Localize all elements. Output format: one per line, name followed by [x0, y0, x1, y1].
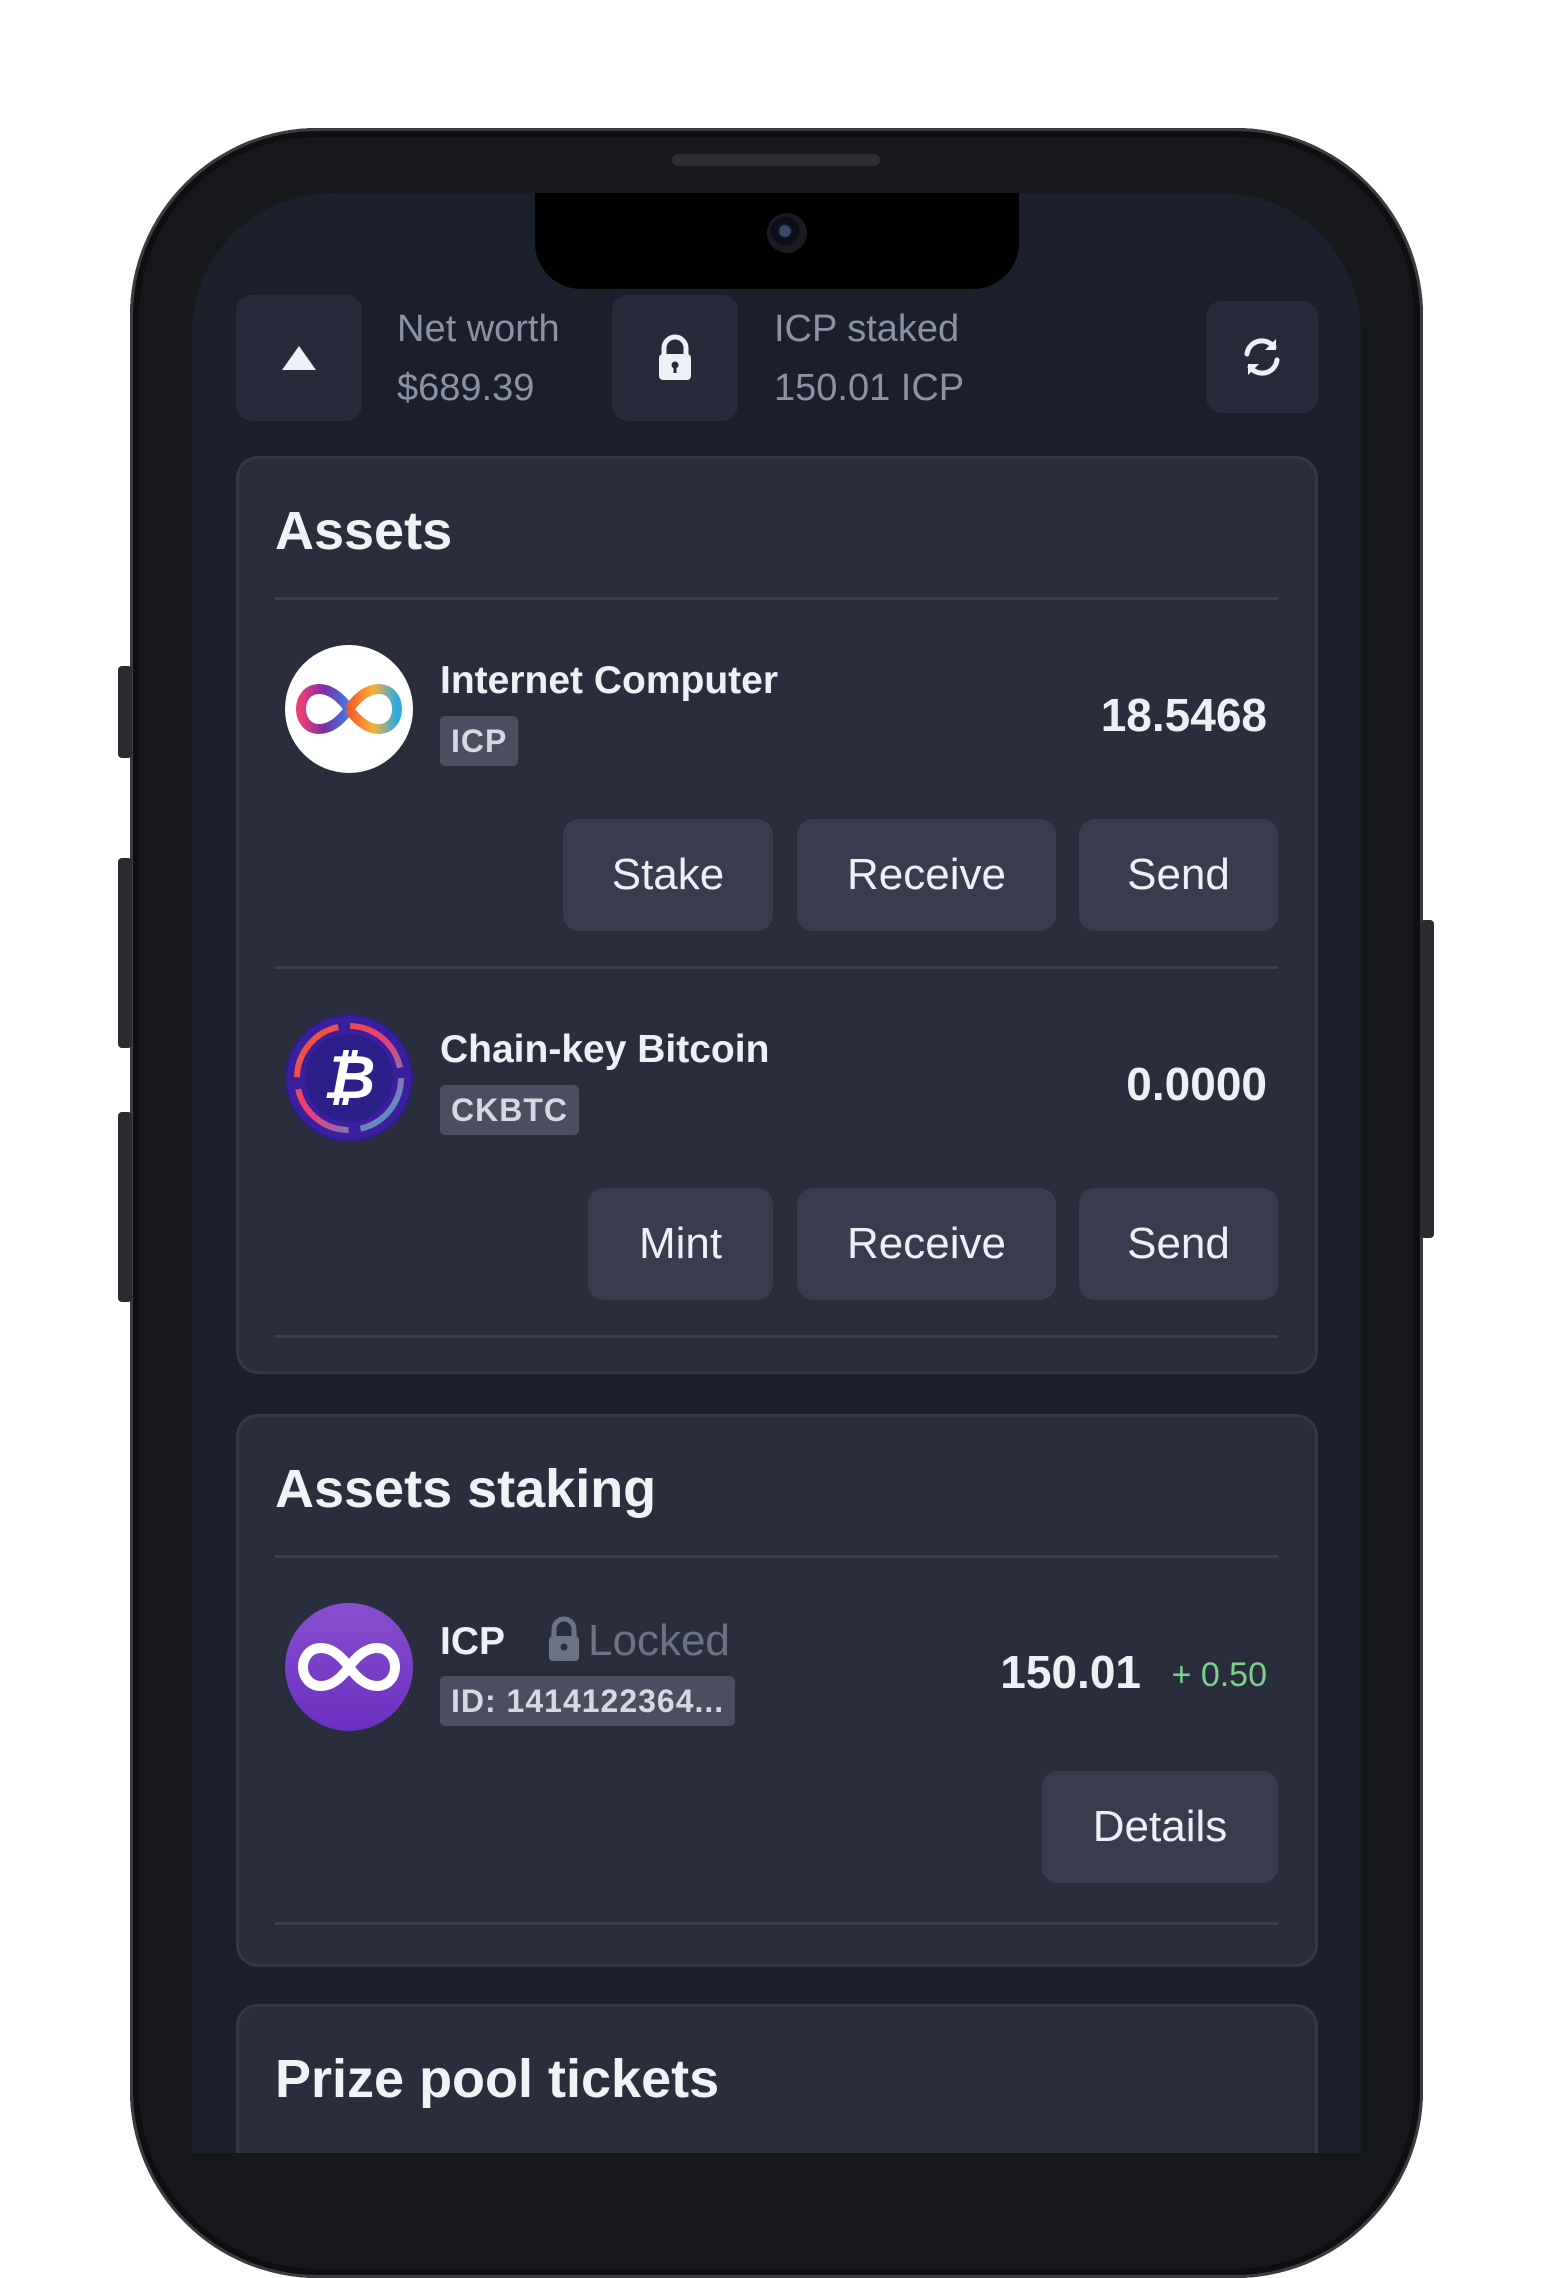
earpiece-speaker [672, 154, 880, 166]
assets-card: Assets Internet Computer ICP 18.5468 Sta… [236, 456, 1318, 1374]
asset-name: Chain-key Bitcoin [440, 1028, 770, 1071]
prize-pool-title: Prize pool tickets [275, 2049, 720, 2109]
refresh-icon [1244, 338, 1280, 376]
collapse-button[interactable] [236, 295, 362, 421]
asset-balance: 18.5468 [1100, 689, 1267, 741]
staking-asset-name: ICP [440, 1620, 506, 1663]
phone-screen: Net worth $689.39 ICP staked 150.01 ICP … [192, 193, 1361, 2153]
divider [275, 1335, 1278, 1338]
receive-button[interactable]: Receive [797, 1188, 1056, 1300]
volume-up-button [118, 858, 132, 1048]
send-button[interactable]: Send [1079, 1188, 1278, 1300]
volume-down-button [118, 1112, 132, 1302]
triangle-up-icon [282, 346, 316, 370]
locked-status: Locked [588, 1616, 730, 1665]
net-worth-label: Net worth [397, 308, 560, 350]
power-button [1420, 920, 1434, 1238]
icp-staking-logo-icon [285, 1603, 413, 1731]
divider [275, 597, 1278, 600]
staking-card: Assets staking ICP Locked ID: 1414122364… [236, 1414, 1318, 1967]
send-button[interactable]: Send [1079, 819, 1278, 931]
details-button[interactable]: Details [1042, 1771, 1278, 1883]
lock-icon [659, 334, 691, 380]
asset-name: Internet Computer [440, 659, 779, 702]
lock-icon [549, 1616, 579, 1661]
assets-title: Assets [275, 501, 453, 561]
staking-title: Assets staking [275, 1459, 657, 1519]
divider [275, 1555, 1278, 1558]
staking-reward-change: + 0.50 [1171, 1656, 1267, 1694]
ckbtc-logo-icon: ₿ [285, 1014, 413, 1142]
icp-logo-icon [285, 645, 413, 773]
front-camera [767, 213, 807, 253]
notch [535, 193, 1019, 289]
stake-button[interactable]: Stake [563, 819, 773, 931]
divider [275, 966, 1278, 969]
receive-button[interactable]: Receive [797, 819, 1056, 931]
asset-symbol-badge: CKBTC [440, 1085, 579, 1135]
svg-text:₿: ₿ [323, 1043, 376, 1113]
neuron-id-badge: ID: 1414122364... [440, 1676, 736, 1726]
refresh-button[interactable] [1206, 301, 1318, 413]
icp-staked-label: ICP staked [774, 308, 960, 350]
prize-pool-card: Prize pool tickets [236, 2004, 1318, 2153]
divider [275, 1922, 1278, 1925]
mint-button[interactable]: Mint [588, 1188, 773, 1300]
icp-staked-value: 150.01 ICP [774, 367, 965, 409]
asset-symbol-badge: ICP [440, 716, 519, 766]
net-worth-value: $689.39 [397, 367, 535, 409]
lock-button[interactable] [612, 295, 738, 421]
asset-balance: 0.0000 [1126, 1058, 1267, 1110]
mute-switch [118, 666, 132, 758]
staked-amount: 150.01 [1000, 1646, 1141, 1698]
